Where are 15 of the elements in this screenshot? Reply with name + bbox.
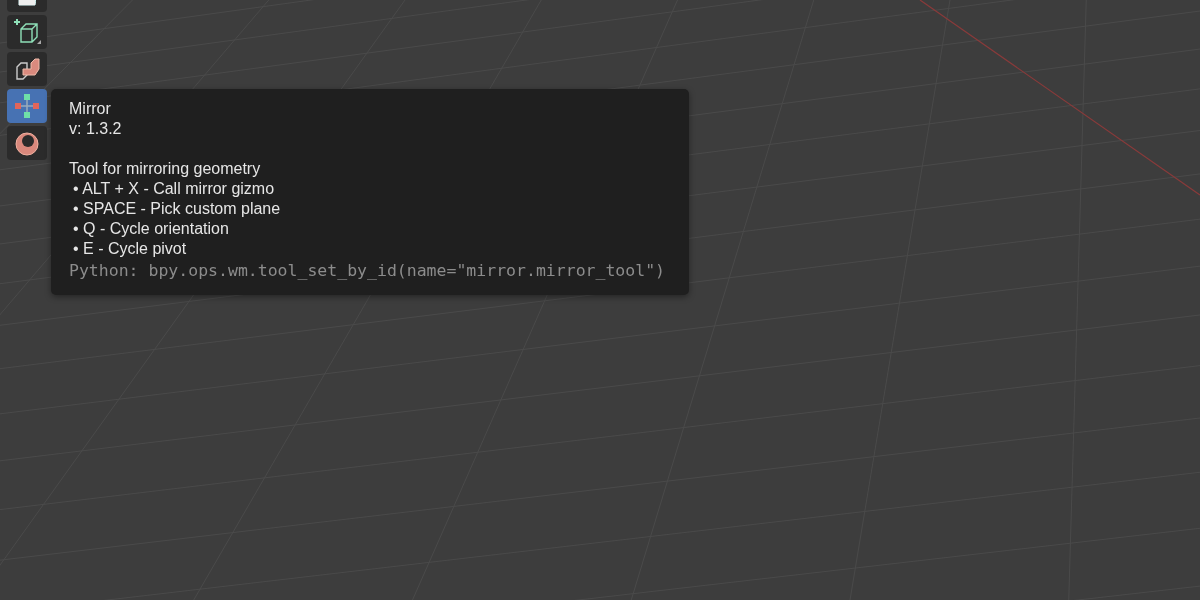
tool-description: Tool for mirroring geometry xyxy=(69,159,262,179)
python-command-text: Python: bpy.ops.wm.tool_set_by_id(name="mirror.mirror_tool") xyxy=(69,260,667,282)
extrude-icon xyxy=(13,55,41,83)
shortcut-text: • ALT + X - Call mirror gizmo xyxy=(72,179,276,199)
shortcut-text: • E - Cycle pivot xyxy=(72,239,188,259)
shortcut-text: • Q - Cycle orientation xyxy=(72,219,230,239)
tool-button[interactable] xyxy=(7,52,47,86)
tool-button[interactable] xyxy=(7,126,47,160)
tool-button[interactable] xyxy=(7,15,47,49)
add-cube-icon xyxy=(12,17,42,47)
torus-icon xyxy=(14,130,40,156)
version-text: v: 1.3.2 xyxy=(69,119,123,139)
tooltip-title: Mirror xyxy=(69,99,112,119)
mirror-axes-icon xyxy=(13,92,41,120)
shortcut-text: • SPACE - Pick custom plane xyxy=(72,199,282,219)
